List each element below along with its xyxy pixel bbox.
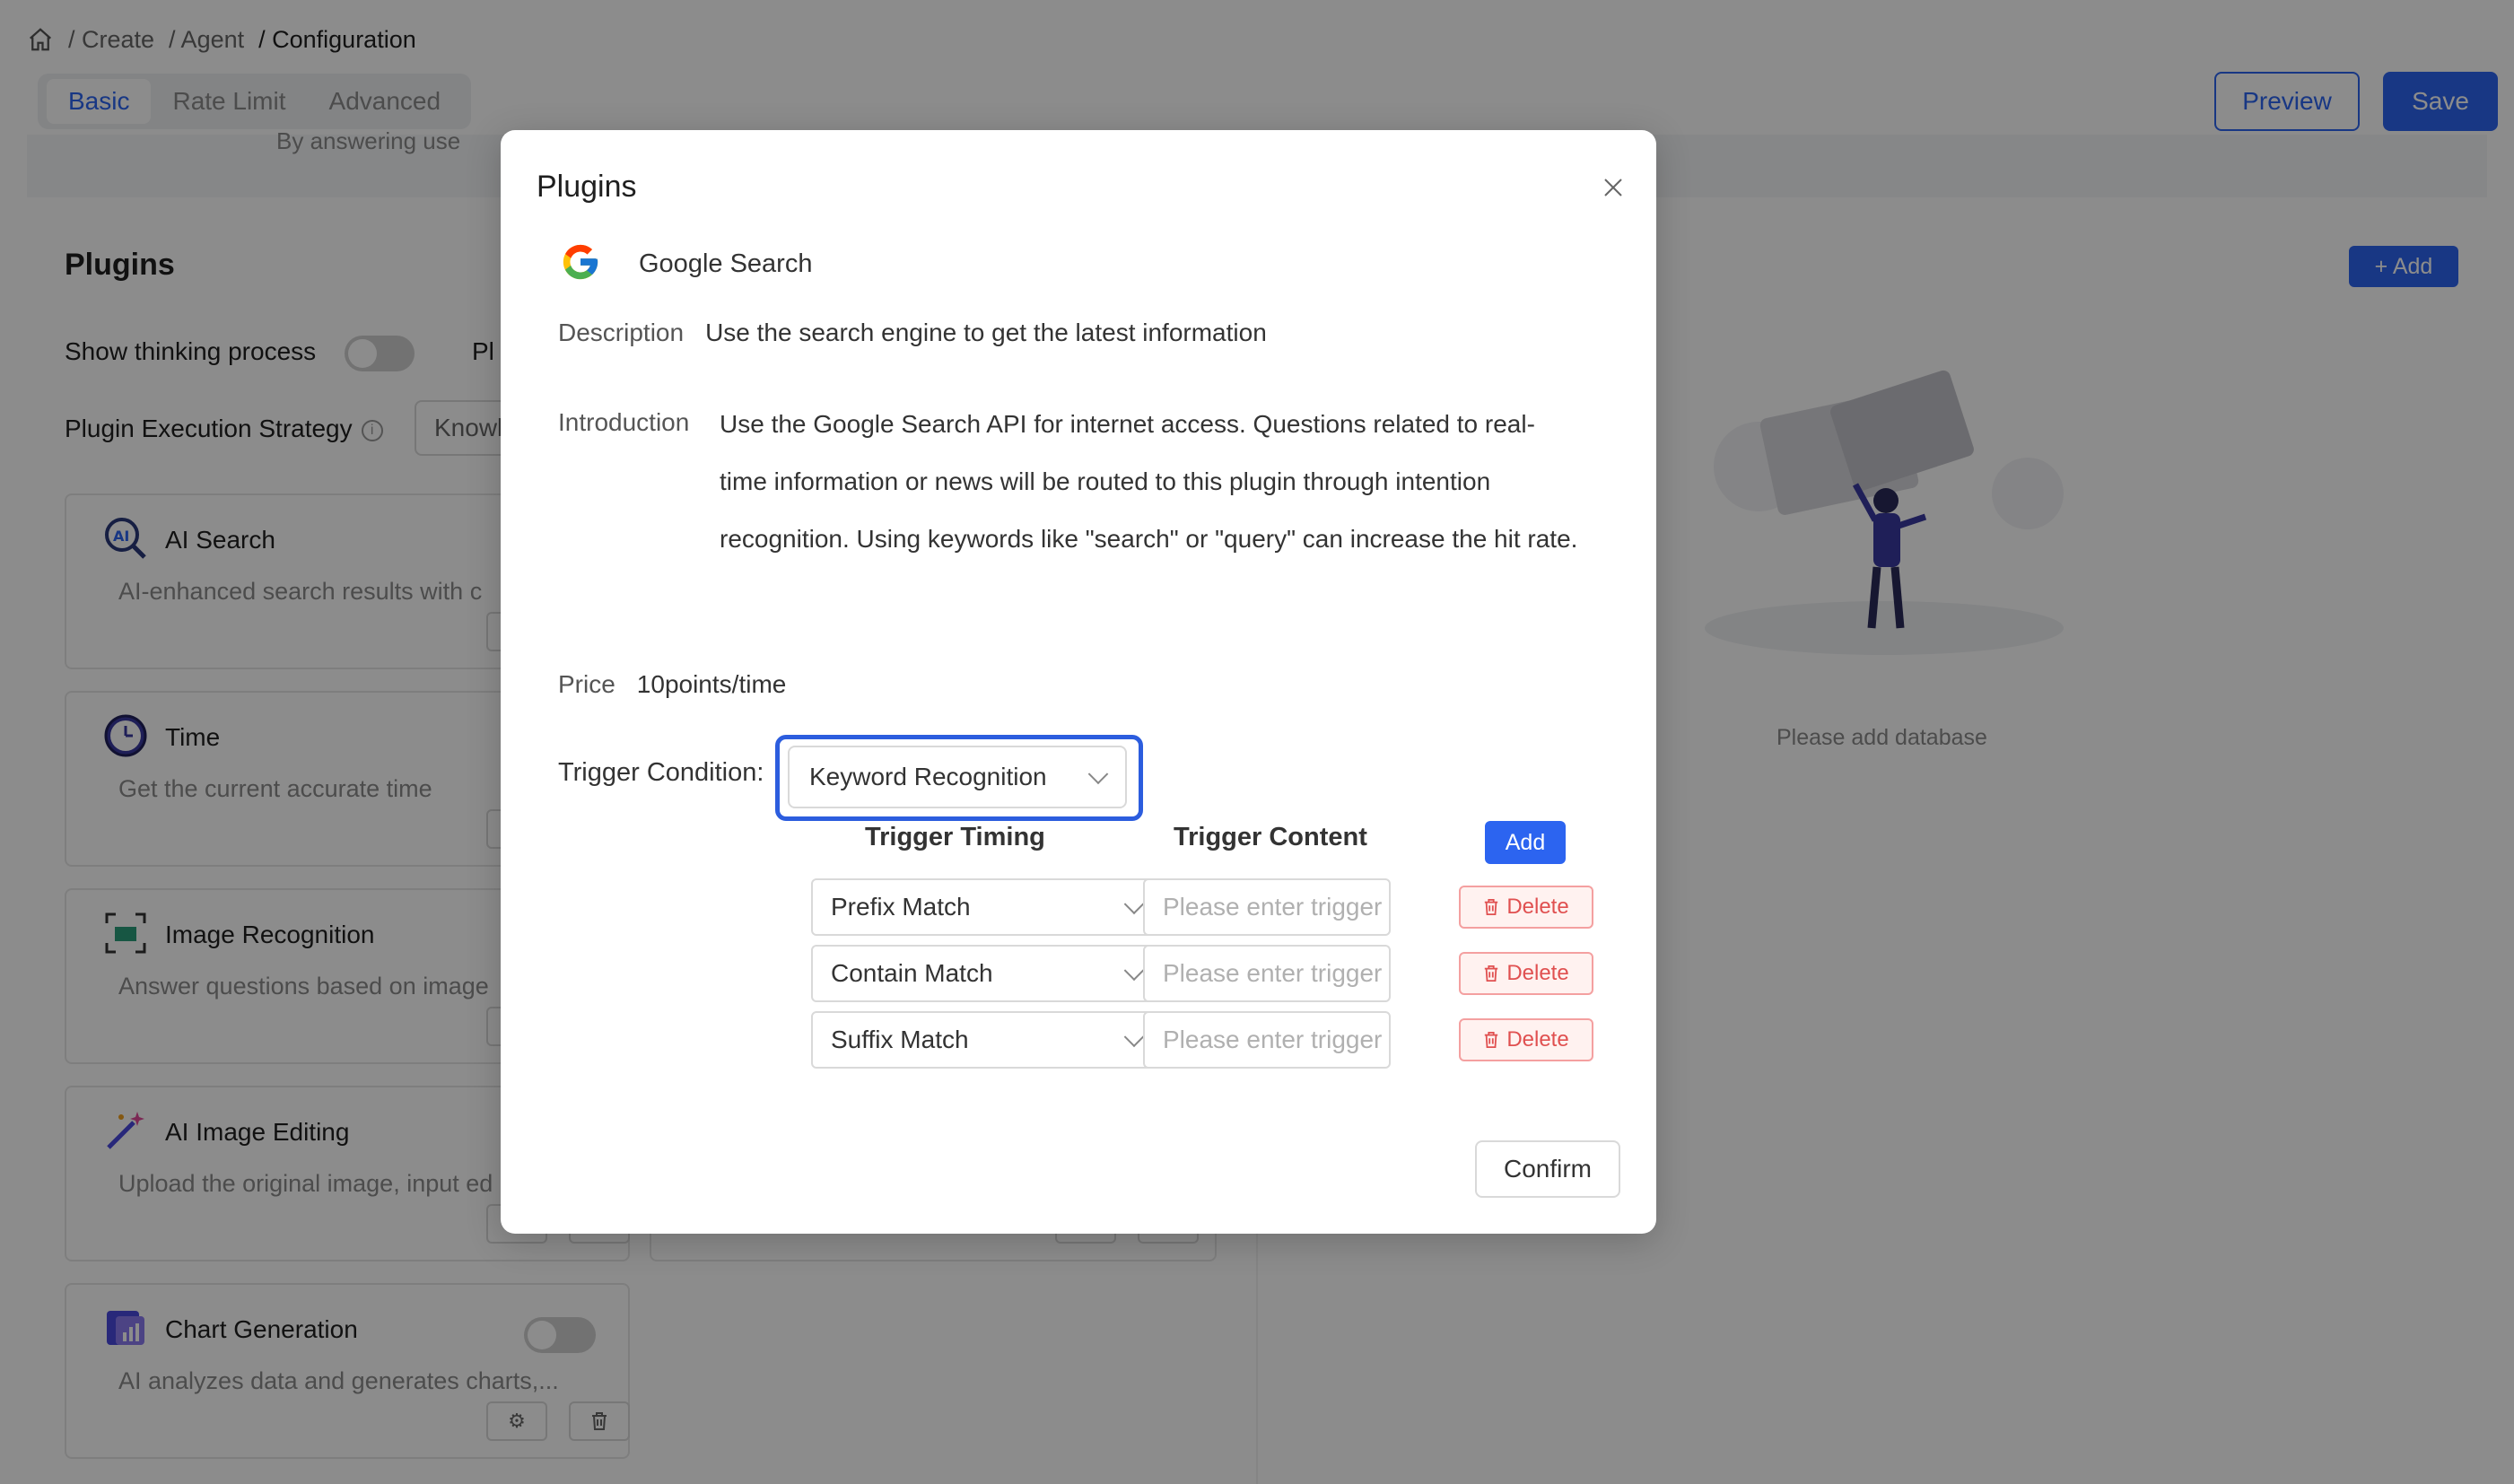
- chevron-down-icon: [1123, 960, 1145, 982]
- trash-icon: [1485, 1032, 1498, 1048]
- description-row: Description Use the search engine to get …: [558, 319, 1267, 347]
- agent-configuration-page: / Create / Agent / Configuration Basic R…: [0, 0, 2514, 1484]
- introduction-text: Use the Google Search API for internet a…: [720, 410, 1578, 553]
- trigger-timing-select[interactable]: Contain Match: [811, 945, 1163, 1002]
- delete-label: Delete: [1506, 895, 1569, 919]
- modal-title: Plugins: [537, 170, 637, 204]
- trigger-condition-select[interactable]: Keyword Recognition: [788, 746, 1127, 808]
- price-row: Price 10points/time: [558, 670, 786, 699]
- delete-label: Delete: [1506, 961, 1569, 985]
- trigger-content-input[interactable]: Please enter trigger co: [1143, 945, 1391, 1002]
- introduction-label: Introduction: [558, 408, 690, 436]
- delete-label: Delete: [1506, 1027, 1569, 1052]
- confirm-button[interactable]: Confirm: [1475, 1140, 1620, 1198]
- delete-trigger-button[interactable]: Delete: [1459, 1018, 1593, 1061]
- delete-trigger-button[interactable]: Delete: [1459, 886, 1593, 929]
- close-icon[interactable]: [1597, 171, 1629, 204]
- google-logo-icon: [560, 241, 601, 287]
- col-trigger-content: Trigger Content: [1174, 823, 1367, 851]
- trigger-timing-value: Prefix Match: [831, 893, 971, 921]
- trash-icon: [1485, 965, 1498, 982]
- price-label: Price: [558, 670, 615, 698]
- chevron-down-icon: [1123, 1026, 1145, 1048]
- plugin-name: Google Search: [639, 249, 813, 278]
- description-text: Use the search engine to get the latest …: [705, 319, 1267, 346]
- trash-icon: [1485, 899, 1498, 915]
- trigger-timing-value: Contain Match: [831, 959, 993, 987]
- trigger-timing-select[interactable]: Prefix Match: [811, 878, 1163, 936]
- chevron-down-icon: [1087, 764, 1109, 785]
- price-value: 10points/time: [636, 670, 787, 698]
- trigger-condition-value: Keyword Recognition: [809, 763, 1047, 790]
- plugin-header: Google Search: [560, 241, 812, 287]
- plugins-modal: Plugins Google Search Description Use the…: [501, 130, 1656, 1234]
- col-trigger-timing: Trigger Timing: [865, 823, 1045, 851]
- add-trigger-button[interactable]: Add: [1485, 821, 1566, 864]
- trigger-condition-label: Trigger Condition:: [558, 758, 764, 787]
- chevron-down-icon: [1123, 894, 1145, 915]
- trigger-content-input[interactable]: Please enter trigger co: [1143, 878, 1391, 936]
- delete-trigger-button[interactable]: Delete: [1459, 952, 1593, 995]
- trigger-timing-select[interactable]: Suffix Match: [811, 1011, 1163, 1069]
- trigger-timing-value: Suffix Match: [831, 1026, 969, 1053]
- trigger-content-input[interactable]: Please enter trigger co: [1143, 1011, 1391, 1069]
- description-label: Description: [558, 319, 685, 346]
